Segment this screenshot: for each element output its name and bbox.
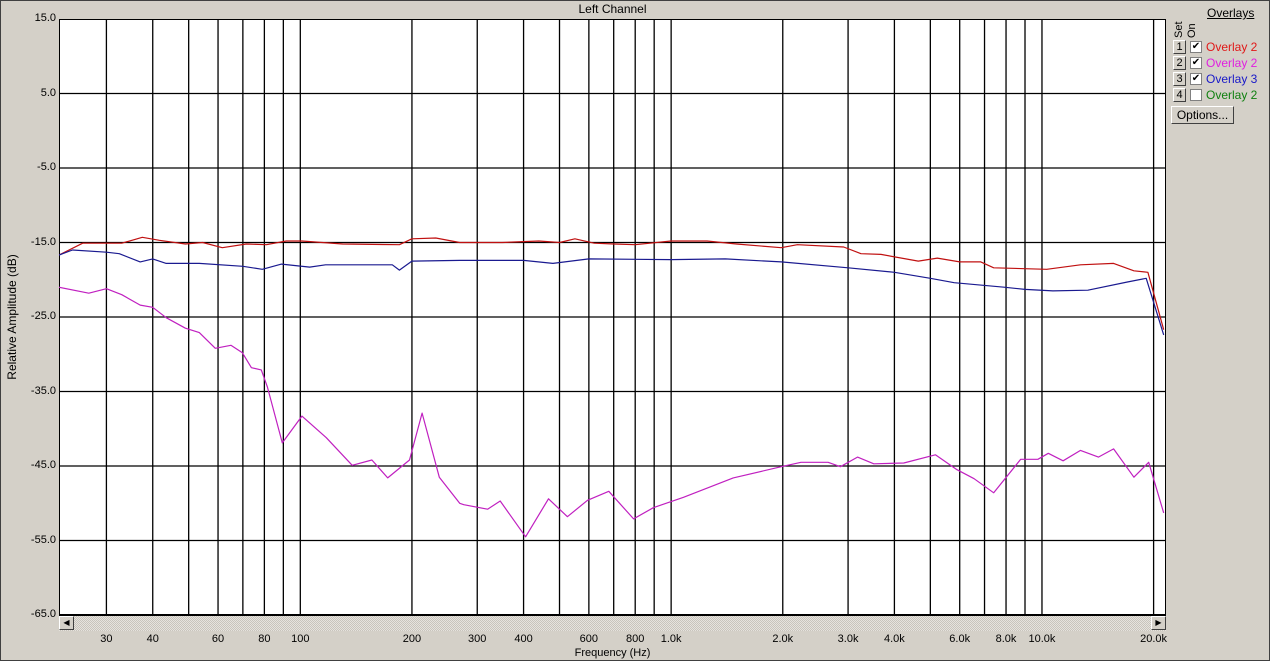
overlay-set-button[interactable]: 1: [1173, 40, 1186, 54]
overlay-row: 4 Overlay 2: [1173, 88, 1268, 103]
overlay-set-button[interactable]: 3: [1173, 72, 1186, 86]
y-tick-label: 5.0: [40, 86, 56, 99]
scroll-right-button[interactable]: ▶: [1151, 616, 1166, 630]
x-tick-label: 60: [211, 633, 225, 645]
x-tick-label: 100: [291, 633, 310, 645]
plot-area: [59, 19, 1166, 615]
x-tick-label: 1.0k: [660, 633, 682, 645]
plot-svg: [59, 19, 1166, 615]
y-tick-label: -65.0: [30, 608, 56, 620]
horizontal-scrollbar[interactable]: ◀ ▶: [59, 615, 1166, 631]
y-tick-label: 15.0: [34, 12, 56, 24]
overlay-row: 1 ✔ Overlay 2: [1173, 40, 1268, 55]
overlay-row: 2 ✔ Overlay 2: [1173, 56, 1268, 71]
overlay-name: Overlay 2: [1206, 88, 1258, 102]
x-tick-label: 40: [146, 633, 159, 645]
overlay-name: Overlay 3: [1206, 72, 1258, 86]
overlays-title: Overlays: [1207, 6, 1255, 20]
x-tick-label: 800: [626, 633, 645, 645]
overlay-name: Overlay 2: [1206, 56, 1258, 70]
y-tick-label: -55.0: [30, 533, 56, 546]
x-tick-label: 200: [402, 633, 422, 645]
chart-title: Left Channel: [578, 2, 647, 16]
series-line-3: [59, 249, 1165, 336]
options-button[interactable]: Options...: [1171, 106, 1234, 124]
x-tick-label: 4.0k: [883, 633, 905, 645]
x-tick-label: 10.0k: [1028, 633, 1056, 645]
x-tick-label: 2.0k: [772, 633, 794, 645]
x-tick-label: 30: [100, 633, 113, 645]
y-axis-title: Relative Amplitude (dB): [5, 254, 19, 380]
x-tick-label: 300: [468, 633, 487, 645]
overlay-on-checkbox[interactable]: [1190, 89, 1202, 101]
overlay-set-button[interactable]: 4: [1173, 88, 1186, 102]
x-tick-label: 3.0k: [837, 633, 859, 645]
x-tick-label: 8.0k: [995, 633, 1017, 645]
overlay-on-checkbox[interactable]: ✔: [1190, 41, 1202, 53]
x-tick-label: 400: [514, 633, 533, 645]
overlay-on-checkbox[interactable]: ✔: [1190, 73, 1202, 85]
series-line-2: [59, 286, 1165, 538]
y-tick-label: -25.0: [30, 310, 56, 322]
scroll-left-button[interactable]: ◀: [59, 616, 74, 630]
overlay-on-checkbox[interactable]: ✔: [1190, 57, 1202, 69]
on-column-header: On: [1186, 23, 1198, 38]
x-axis-title: Frequency (Hz): [574, 647, 651, 659]
x-tick-label: 6.0k: [949, 633, 971, 645]
overlays-panel: Overlays Set On 1 ✔ Overlay 22 ✔ Overlay…: [1168, 0, 1270, 130]
y-tick-label: -5.0: [37, 161, 56, 173]
overlay-set-button[interactable]: 2: [1173, 56, 1186, 70]
x-tick-label: 80: [258, 633, 271, 645]
y-tick-label: -35.0: [30, 384, 56, 397]
y-tick-label: -45.0: [30, 459, 56, 471]
x-tick-label: 600: [579, 633, 599, 645]
y-tick-label: -15.0: [30, 235, 56, 248]
series-line-1: [59, 236, 1165, 330]
overlay-name: Overlay 2: [1206, 40, 1258, 54]
x-tick-label: 20.0k: [1140, 633, 1168, 645]
set-column-header: Set: [1173, 21, 1185, 38]
overlay-row: 3 ✔ Overlay 3: [1173, 72, 1268, 87]
